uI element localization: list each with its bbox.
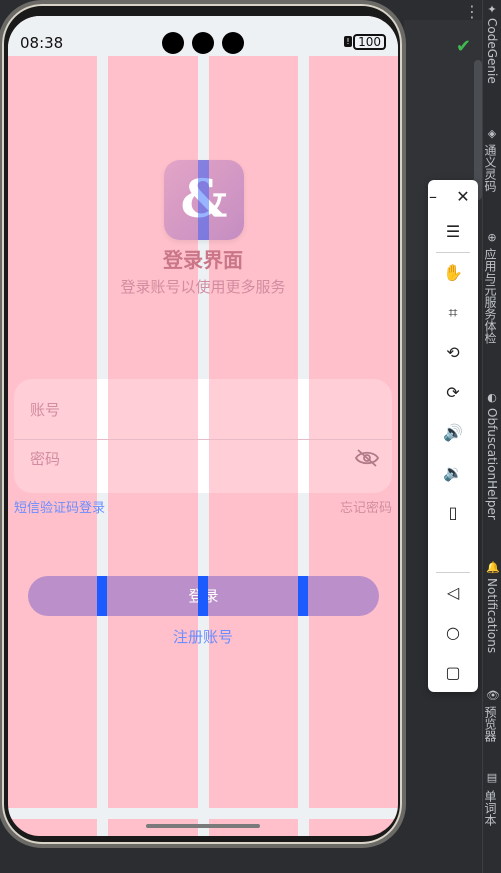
app-logo: & [164,160,244,240]
close-icon[interactable]: ✕ [450,182,476,212]
camera-dot-icon [222,32,244,54]
rotate-right-icon[interactable]: ⟳ [428,378,478,408]
grid-row [8,808,398,819]
password-input[interactable]: 密码 [14,440,392,480]
rail-notifications[interactable]: Notifications [485,578,499,653]
ide-right-rail: ✦ CodeGenie ◈ 通义灵码 ⊕ 应用与元服务体检 ◐ Obfuscat… [482,0,501,873]
account-placeholder: 账号 [30,401,61,419]
page-title: 登录界面 [163,248,243,272]
emulator-toolbar: – ✕ ☰ ✋ ⌗ ⟲ ⟳ 🔊 🔉 ▯ ◁ ○ ▢ [428,180,478,692]
previewer-icon: 👁 [486,689,500,702]
rail-tongyi[interactable]: 通义灵码 [482,144,499,192]
status-time: 08:38 [20,34,64,52]
app-check-icon: ⊕ [487,231,497,244]
rail-obfuscation[interactable]: ObfuscationHelper [485,408,499,520]
device-rotate-icon[interactable]: ▯ [428,498,478,528]
rail-app-check[interactable]: 应用与元服务体检 [482,248,499,344]
grid-column [298,819,309,836]
grid-column [97,819,108,836]
menu-icon[interactable]: ☰ [428,217,478,247]
camera-dot-icon [192,32,214,54]
rail-codegenie[interactable]: CodeGenie [485,18,499,84]
rail-previewer[interactable]: 预览器 [482,706,499,742]
sim-alert-icon: ! [344,36,352,47]
battery-indicator: 100 [353,34,386,50]
device-screen: 08:38 ! 100 & 登录界面 登录账号以使用更多服务 账号 密码 短信验… [8,16,398,836]
rotate-icon[interactable]: ⟲ [428,338,478,368]
eye-off-icon[interactable] [354,448,380,468]
grid-highlight [198,576,208,616]
home-circle-icon[interactable]: ○ [428,618,478,648]
volume-down-icon[interactable]: 🔉 [428,458,478,488]
wordbook-icon: ▤ [486,771,498,784]
tongyi-icon: ◈ [487,127,497,140]
register-link[interactable]: 注册账号 [8,626,398,647]
toolbar-divider [436,572,470,573]
grid-highlight [97,576,107,616]
back-triangle-icon[interactable]: ◁ [428,578,478,608]
no-touch-icon[interactable]: ✋ [428,258,478,288]
toolbar-divider [436,252,470,253]
obfuscation-icon: ◐ [487,391,497,404]
minimize-icon[interactable]: – [420,182,446,212]
status-bar: 08:38 ! 100 [8,16,398,56]
crop-icon[interactable]: ⌗ [428,298,478,328]
scrollbar-thumb[interactable] [474,60,482,200]
phone-frame: 08:38 ! 100 & 登录界面 登录账号以使用更多服务 账号 密码 短信验… [2,4,402,844]
page-subtitle: 登录账号以使用更多服务 [120,278,286,296]
recents-square-icon[interactable]: ▢ [428,658,478,688]
codegenie-icon: ✦ [487,3,497,16]
check-icon: ✔ [456,36,472,57]
more-menu-icon[interactable]: ⋮ [464,2,480,21]
sms-login-link[interactable]: 短信验证码登录 [14,497,105,516]
grid-highlight [298,576,308,616]
home-indicator[interactable] [146,824,260,828]
grid-highlight [198,160,209,240]
forgot-password-link[interactable]: 忘记密码 [340,497,392,516]
volume-up-icon[interactable]: 🔊 [428,418,478,448]
camera-dot-icon [162,32,184,54]
account-input[interactable]: 账号 [14,389,392,429]
rail-wordbook[interactable]: 单词本 [482,790,499,826]
bell-icon: 🔔 [486,561,500,574]
password-placeholder: 密码 [30,450,61,468]
